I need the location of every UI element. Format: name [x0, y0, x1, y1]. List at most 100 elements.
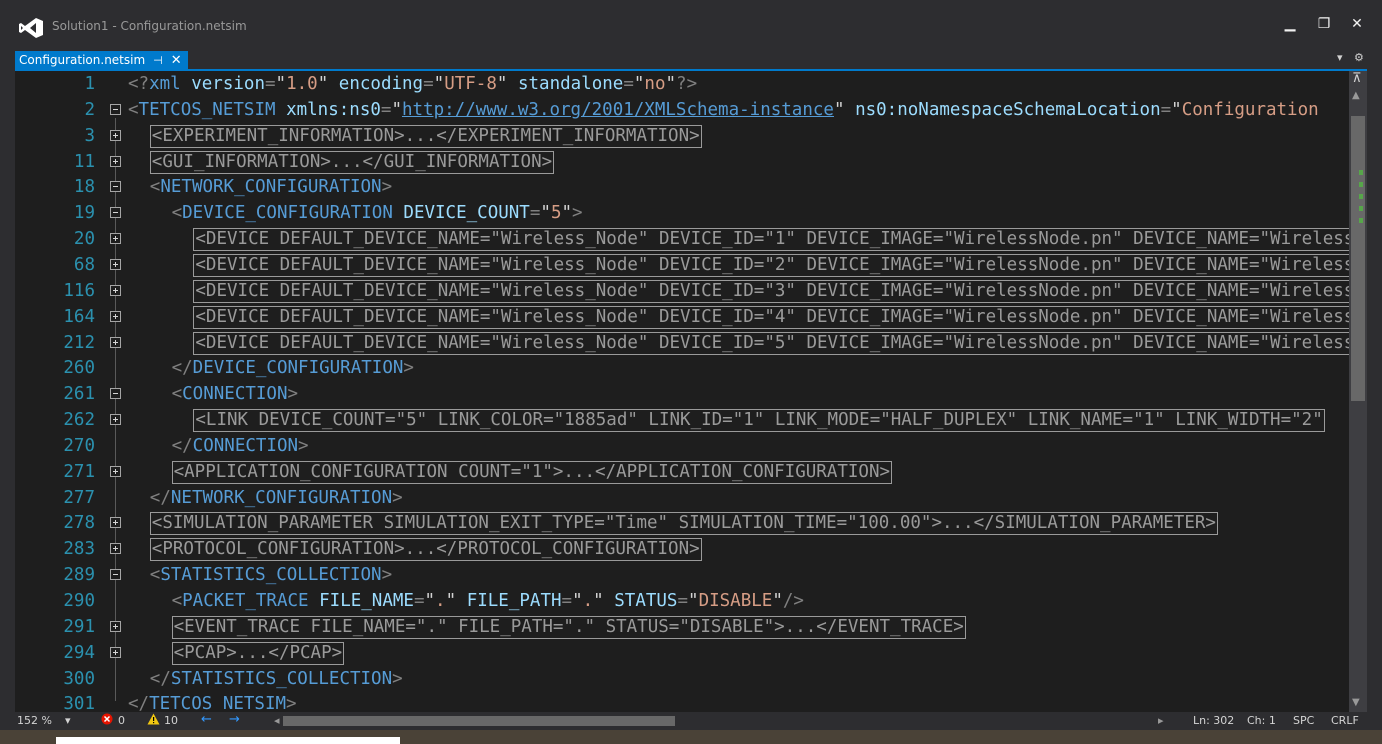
collapsed-region[interactable]: <DEVICE DEFAULT_DEVICE_NAME="Wireless_No…	[193, 279, 1349, 303]
code-token: "	[433, 74, 445, 94]
code-line[interactable]: 18 <NETWORK_CONFIGURATION>	[15, 174, 1349, 200]
code-line[interactable]: 164 <DEVICE DEFAULT_DEVICE_NAME="Wireless…	[15, 304, 1349, 330]
scroll-right-arrow-icon[interactable]: ▸	[1158, 714, 1164, 727]
collapsed-region[interactable]: <PROTOCOL_CONFIGURATION>...</PROTOCOL_CO…	[149, 538, 702, 562]
expand-outline-icon[interactable]	[110, 517, 121, 529]
zoom-level[interactable]: 152 %	[17, 714, 52, 727]
code-text: </CONNECTION>	[172, 433, 1349, 459]
tab-dropdown-icon[interactable]: ▾	[1337, 51, 1343, 64]
expand-outline-icon[interactable]	[110, 465, 121, 477]
collapsed-region[interactable]: <DEVICE DEFAULT_DEVICE_NAME="Wireless_No…	[193, 305, 1349, 329]
code-line[interactable]: 270 </CONNECTION>	[15, 433, 1349, 459]
code-text: <DEVICE DEFAULT_DEVICE_NAME="Wireless_No…	[193, 278, 1349, 304]
code-token: "	[391, 99, 402, 120]
code-line[interactable]: 2 <TETCOS_NETSIM xmlns:ns0="http://www.w3…	[15, 97, 1349, 123]
line-number: 290	[63, 591, 95, 611]
tab-configuration-netsim[interactable]: Configuration.netsim ⊣ ✕	[15, 51, 188, 69]
collapsed-region[interactable]: <EVENT_TRACE FILE_NAME="." FILE_PATH="."…	[171, 615, 966, 639]
navigate-back-icon[interactable]: ←	[201, 712, 212, 727]
close-button[interactable]: ✕	[1346, 13, 1368, 35]
code-token: =	[1160, 99, 1172, 120]
expand-outline-icon[interactable]	[110, 543, 121, 555]
code-line[interactable]: 11 <GUI_INFORMATION>...</GUI_INFORMATION>	[15, 149, 1349, 175]
indent-mode[interactable]: SPC	[1293, 714, 1314, 727]
code-line[interactable]: 294 <PCAP>...</PCAP>	[15, 640, 1349, 666]
code-line[interactable]: 261 <CONNECTION>	[15, 381, 1349, 407]
vertical-scrollbar[interactable]: ⊼ ▲ ▼	[1349, 71, 1367, 712]
expand-outline-icon[interactable]	[110, 129, 121, 141]
restore-button[interactable]: ❐	[1313, 13, 1335, 35]
scroll-up-arrow-icon[interactable]: ▲	[1352, 90, 1360, 101]
navigate-forward-icon[interactable]: →	[229, 712, 240, 727]
code-text: <?xml version="1.0" encoding="UTF-8" sta…	[128, 71, 1349, 97]
line-ending-mode[interactable]: CRLF	[1331, 714, 1359, 727]
code-line[interactable]: 260 </DEVICE_CONFIGURATION>	[15, 355, 1349, 381]
warning-triangle-icon[interactable]	[147, 713, 160, 728]
code-text: <PROTOCOL_CONFIGURATION>...</PROTOCOL_CO…	[149, 536, 1349, 562]
code-token[interactable]: http://www.w3.org/2001/XMLSchema-instanc…	[402, 100, 834, 120]
expand-outline-icon[interactable]	[110, 233, 121, 245]
vertical-scroll-thumb[interactable]	[1351, 116, 1365, 401]
expand-outline-icon[interactable]	[110, 284, 121, 296]
expand-outline-icon[interactable]	[110, 414, 121, 426]
line-number: 261	[63, 384, 95, 405]
scroll-left-arrow-icon[interactable]: ◂	[274, 714, 280, 727]
collapse-outline-icon[interactable]	[110, 388, 121, 400]
collapse-outline-icon[interactable]	[110, 569, 121, 581]
code-line[interactable]: 212 <DEVICE DEFAULT_DEVICE_NAME="Wireless…	[15, 330, 1349, 356]
code-line[interactable]: 290 <PACKET_TRACE FILE_NAME="." FILE_PATH…	[15, 588, 1349, 614]
expand-outline-icon[interactable]	[110, 620, 121, 632]
code-token: =	[623, 74, 634, 94]
expand-outline-icon[interactable]	[110, 336, 121, 348]
code-line[interactable]: 301 </TETCOS_NETSIM>	[15, 691, 1349, 712]
collapse-outline-icon[interactable]	[110, 207, 121, 219]
tab-close-icon[interactable]: ✕	[171, 53, 182, 68]
code-line[interactable]: 19 <DEVICE_CONFIGURATION DEVICE_COUNT="5"…	[15, 200, 1349, 226]
code-line[interactable]: 68 <DEVICE DEFAULT_DEVICE_NAME="Wireless_…	[15, 252, 1349, 278]
code-token: "	[317, 74, 329, 94]
collapsed-region[interactable]: <GUI_INFORMATION>...</GUI_INFORMATION>	[149, 150, 555, 174]
expand-outline-icon[interactable]	[110, 646, 121, 658]
code-text: <PCAP>...</PCAP>	[171, 640, 1349, 666]
code-editor[interactable]: 1 <?xml version="1.0" encoding="UTF-8" st…	[15, 71, 1367, 712]
code-line[interactable]: 3 <EXPERIMENT_INFORMATION>...</EXPERIMENT…	[15, 123, 1349, 149]
collapsed-region[interactable]: <SIMULATION_PARAMETER SIMULATION_EXIT_TY…	[149, 512, 1218, 536]
pin-icon[interactable]: ⊣	[153, 54, 163, 67]
horizontal-scrollbar[interactable]	[283, 716, 1151, 726]
code-line[interactable]: 262 <LINK DEVICE_COUNT="5" LINK_COLOR="18…	[15, 407, 1349, 433]
code-line[interactable]: 278 <SIMULATION_PARAMETER SIMULATION_EXIT…	[15, 510, 1349, 536]
collapsed-region[interactable]: <DEVICE DEFAULT_DEVICE_NAME="Wireless_No…	[193, 228, 1349, 252]
code-text: <DEVICE_CONFIGURATION DEVICE_COUNT="5">	[172, 200, 1349, 226]
code-line[interactable]: 283 <PROTOCOL_CONFIGURATION>...</PROTOCOL…	[15, 536, 1349, 562]
code-line[interactable]: 20 <DEVICE DEFAULT_DEVICE_NAME="Wireless_…	[15, 226, 1349, 252]
expand-outline-icon[interactable]	[110, 310, 121, 322]
code-token: NETWORK_CONFIGURATION	[170, 487, 393, 508]
code-token: "	[688, 591, 699, 611]
code-line[interactable]: 291 <EVENT_TRACE FILE_NAME="." FILE_PATH=…	[15, 614, 1349, 640]
code-line[interactable]: 271 <APPLICATION_CONFIGURATION COUNT="1">…	[15, 459, 1349, 485]
settings-gear-icon[interactable]: ⚙	[1354, 51, 1364, 64]
expand-outline-icon[interactable]	[110, 155, 121, 167]
code-line[interactable]: 300 </STATISTICS_COLLECTION>	[15, 666, 1349, 692]
collapsed-region[interactable]: <LINK DEVICE_COUNT="5" LINK_COLOR="1885a…	[193, 409, 1325, 433]
split-editor-icon[interactable]: ⊼	[1352, 72, 1362, 85]
collapse-outline-icon[interactable]	[110, 181, 121, 193]
zoom-dropdown-icon[interactable]: ▾	[65, 714, 71, 727]
code-line[interactable]: 116 <DEVICE DEFAULT_DEVICE_NAME="Wireless…	[15, 278, 1349, 304]
code-line[interactable]: 1 <?xml version="1.0" encoding="UTF-8" st…	[15, 71, 1349, 97]
scroll-down-arrow-icon[interactable]: ▼	[1352, 697, 1360, 708]
collapsed-region[interactable]: <APPLICATION_CONFIGURATION COUNT="1">...…	[171, 460, 893, 484]
collapsed-region[interactable]: <EXPERIMENT_INFORMATION>...</EXPERIMENT_…	[149, 124, 702, 148]
code-line[interactable]: 277 </NETWORK_CONFIGURATION>	[15, 485, 1349, 511]
collapse-outline-icon[interactable]	[110, 103, 121, 115]
minimize-button[interactable]: ▁	[1279, 13, 1301, 35]
collapsed-region[interactable]: <PCAP>...</PCAP>	[171, 641, 345, 665]
code-line[interactable]: 289 <STATISTICS_COLLECTION>	[15, 562, 1349, 588]
title-bar: Solution1 - Configuration.netsim ▁ ❐ ✕	[0, 8, 1382, 44]
horizontal-scroll-thumb[interactable]	[283, 716, 675, 726]
collapsed-region[interactable]: <DEVICE DEFAULT_DEVICE_NAME="Wireless_No…	[193, 253, 1349, 277]
error-circle-icon[interactable]	[101, 713, 113, 728]
expand-outline-icon[interactable]	[110, 258, 121, 270]
collapsed-region[interactable]: <DEVICE DEFAULT_DEVICE_NAME="Wireless_No…	[193, 331, 1349, 355]
